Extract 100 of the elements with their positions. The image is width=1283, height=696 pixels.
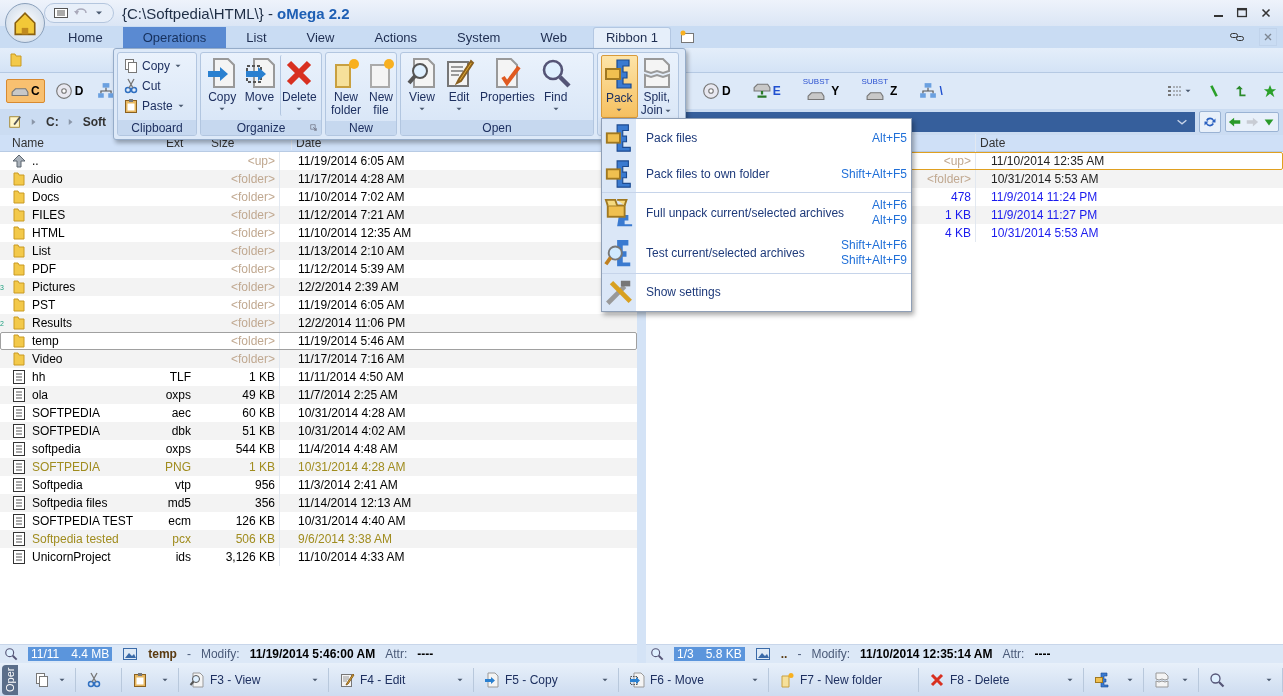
file-date: 11/19/2014 6:05 AM: [298, 298, 405, 312]
file-size: 544 KB: [235, 442, 275, 456]
file-row[interactable]: SOFTPEDIA dbk 51 KB 10/31/2014 4:02 AM: [0, 422, 637, 440]
file-size: <folder>: [230, 172, 275, 186]
file-size: 1 KB: [249, 460, 275, 474]
attr-label: Attr:: [1002, 647, 1025, 661]
ribbon-button[interactable]: Delete: [279, 55, 318, 116]
ribbon-button[interactable]: Cut: [121, 77, 163, 95]
modify-label: Modify:: [200, 647, 240, 661]
toolbar-button[interactable]: F8 - Delete: [925, 669, 1014, 690]
toolbar-button[interactable]: F7 - New folder: [775, 669, 887, 690]
file-date: 12/2/2014 11:06 PM: [298, 316, 406, 330]
ribbon-button[interactable]: New folder: [329, 55, 363, 119]
file-name: Pictures: [32, 280, 76, 294]
file-extension: aec: [171, 406, 191, 420]
file-row[interactable]: Video <folder> 11/17/2014 7:16 AM: [0, 350, 637, 368]
toolbar-button[interactable]: F3 - View: [185, 669, 265, 690]
file-date: 11/3/2014 2:41 AM: [298, 478, 398, 492]
file-size: <folder>: [230, 190, 275, 204]
drive-button[interactable]: \: [915, 80, 947, 102]
ribbon-tab[interactable]: View: [286, 27, 355, 48]
ribbon-tab[interactable]: List: [226, 27, 287, 48]
file-size: 1 KB: [945, 208, 971, 222]
shortcut-label: Shift+Alt+F6: [840, 238, 907, 253]
ribbon-button[interactable]: Properties: [478, 55, 537, 106]
file-row[interactable]: ola oxps 49 KB 11/7/2014 2:25 AM: [0, 386, 637, 404]
ribbon-button[interactable]: New file: [364, 55, 396, 119]
file-extension: md5: [167, 496, 191, 510]
file-extension: PNG: [165, 460, 191, 474]
file-name: UnicornProject: [32, 550, 111, 564]
file-size: <folder>: [230, 226, 275, 240]
ribbon-button[interactable]: Copy: [121, 57, 185, 75]
ribbon-tab[interactable]: System: [437, 27, 521, 48]
file-row[interactable]: UnicornProject ids 3,126 KB 11/10/2014 4:33 AM: [0, 548, 637, 566]
file-name: PST: [32, 298, 56, 312]
group-label: New: [349, 121, 373, 135]
drive-button[interactable]: SUBST Z: [857, 76, 902, 106]
file-size: <folder>: [230, 334, 275, 348]
ribbon-tab[interactable]: Web: [520, 27, 587, 48]
file-date: 11/14/2014 12:13 AM: [298, 496, 412, 510]
ribbon-tab[interactable]: Ribbon 1: [592, 27, 671, 48]
file-size: <up>: [247, 154, 275, 168]
ribbon-button[interactable]: View: [404, 55, 440, 116]
current-item-name: ..: [780, 647, 788, 661]
file-size: <folder>: [230, 244, 275, 258]
file-name: Audio: [32, 172, 63, 186]
file-date: 11/17/2014 4:28 AM: [298, 172, 405, 186]
ribbon-button[interactable]: Edit: [441, 55, 477, 116]
group-label: Clipboard: [131, 120, 183, 135]
menu-item[interactable]: Full unpack current/selected archives Alt+F6 Alt+F9: [602, 192, 911, 233]
modify-date: 11/10/2014 12:35:14 AM: [860, 647, 993, 661]
file-date: 10/31/2014 4:40 AM: [298, 514, 406, 528]
ribbon-tab[interactable]: Actions: [354, 27, 438, 48]
drive-button[interactable]: D: [698, 80, 735, 102]
toolbar-button[interactable]: F4 - Edit: [335, 669, 410, 690]
ribbon-tab[interactable]: Home: [48, 27, 123, 48]
file-name: Softpedia files: [32, 496, 108, 510]
file-date: 11/7/2014 2:25 AM: [298, 388, 398, 402]
file-name: Softpedia tested: [32, 532, 119, 546]
file-row[interactable]: Softpedia files md5 356 11/14/2014 12:13 AM: [0, 494, 637, 512]
drive-button[interactable]: C: [6, 79, 45, 103]
drive-button[interactable]: E: [748, 80, 785, 102]
section-label: Oper: [2, 664, 18, 695]
ribbon-button[interactable]: Copy: [204, 55, 241, 116]
file-date: 11/11/2014 4:50 AM: [298, 370, 404, 384]
file-size: 49 KB: [242, 388, 275, 402]
current-item-name: temp: [148, 647, 177, 661]
file-date: 10/31/2014 4:28 AM: [298, 460, 406, 474]
file-date: 11/19/2014 5:46 AM: [298, 334, 405, 348]
file-size: <folder>: [230, 208, 275, 222]
file-name: Results: [32, 316, 72, 330]
path-segment[interactable]: Soft: [82, 115, 106, 129]
modify-label: Modify:: [811, 647, 851, 661]
attr-label: Attr:: [385, 647, 408, 661]
ribbon-tab[interactable]: Operations: [122, 27, 227, 48]
file-name: Video: [32, 352, 63, 366]
file-row[interactable]: temp <folder> 11/19/2014 5:46 AM: [0, 332, 637, 350]
toolbar-button[interactable]: F5 - Copy: [480, 669, 562, 690]
file-date: 11/10/2014 4:33 AM: [298, 550, 405, 564]
menu-item[interactable]: Show settings: [602, 273, 911, 310]
shortcut-label: Alt+F5: [872, 130, 907, 146]
drive-button[interactable]: D: [50, 80, 88, 102]
ribbon-button[interactable]: Paste: [121, 97, 188, 115]
file-name: ola: [32, 388, 48, 402]
ribbon-button[interactable]: Pack: [601, 55, 638, 118]
drive-button[interactable]: SUBST Y: [798, 76, 844, 106]
ribbon-button[interactable]: Move: [241, 55, 278, 116]
file-name: SOFTPEDIA: [32, 460, 100, 474]
ribbon-button[interactable]: Split, Join: [638, 55, 675, 119]
toolbar-button[interactable]: F6 - Move: [625, 669, 708, 690]
separator-dash: -: [797, 647, 802, 661]
ribbon-button[interactable]: Find: [537, 55, 574, 116]
column-header[interactable]: Name: [0, 136, 162, 150]
file-date: 11/10/2014 7:02 AM: [298, 190, 405, 204]
column-header[interactable]: Date: [976, 136, 1006, 150]
file-extension: oxps: [165, 388, 191, 402]
file-name: HTML: [32, 226, 65, 240]
path-segment[interactable]: C:: [46, 115, 59, 129]
file-extension: pcx: [172, 532, 191, 546]
file-name: hh: [32, 370, 46, 384]
